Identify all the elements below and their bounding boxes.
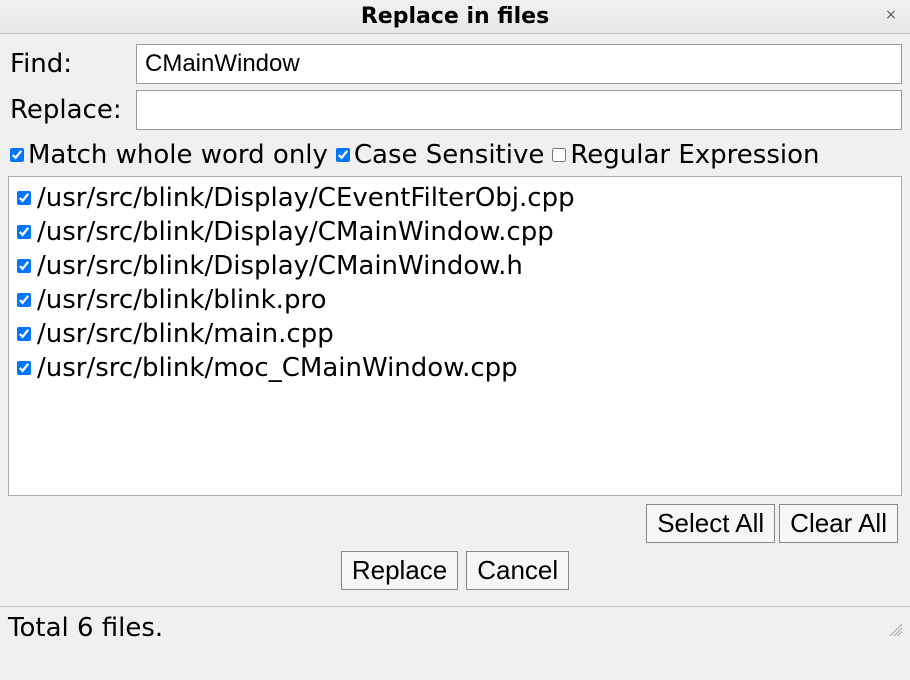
file-list[interactable]: /usr/src/blink/Display/CEventFilterObj.c…: [8, 176, 902, 496]
find-row: Find:: [8, 44, 902, 84]
case-sensitive-label: Case Sensitive: [354, 140, 544, 170]
file-checkbox[interactable]: [17, 293, 31, 307]
whole-word-label: Match whole word only: [28, 140, 328, 170]
file-list-item[interactable]: /usr/src/blink/Display/CMainWindow.cpp: [13, 215, 897, 249]
file-checkbox[interactable]: [17, 225, 31, 239]
file-checkbox[interactable]: [17, 361, 31, 375]
replace-label: Replace:: [8, 95, 136, 125]
close-icon[interactable]: ×: [882, 6, 900, 24]
case-sensitive-checkbox[interactable]: [336, 148, 350, 162]
main-buttons-row: Replace Cancel: [8, 545, 902, 600]
replace-button[interactable]: Replace: [341, 551, 458, 590]
selection-buttons-row: Select All Clear All: [8, 496, 902, 545]
replace-input[interactable]: [136, 90, 902, 130]
file-path: /usr/src/blink/Display/CMainWindow.h: [37, 249, 523, 283]
status-text: Total 6 files.: [8, 613, 163, 643]
titlebar: Replace in files ×: [0, 0, 910, 34]
file-list-item[interactable]: /usr/src/blink/blink.pro: [13, 283, 897, 317]
resize-grip-icon[interactable]: [886, 620, 902, 636]
file-checkbox[interactable]: [17, 259, 31, 273]
find-label: Find:: [8, 49, 136, 79]
file-path: /usr/src/blink/Display/CMainWindow.cpp: [37, 215, 554, 249]
file-path: /usr/src/blink/blink.pro: [37, 283, 326, 317]
find-input[interactable]: [136, 44, 902, 84]
file-checkbox[interactable]: [17, 327, 31, 341]
file-path: /usr/src/blink/Display/CEventFilterObj.c…: [37, 181, 575, 215]
file-list-item[interactable]: /usr/src/blink/Display/CEventFilterObj.c…: [13, 181, 897, 215]
window-title: Replace in files: [361, 4, 549, 29]
file-list-item[interactable]: /usr/src/blink/main.cpp: [13, 317, 897, 351]
file-list-item[interactable]: /usr/src/blink/moc_CMainWindow.cpp: [13, 351, 897, 385]
file-path: /usr/src/blink/main.cpp: [37, 317, 334, 351]
file-path: /usr/src/blink/moc_CMainWindow.cpp: [37, 351, 518, 385]
options-row: Match whole word only Case Sensitive Reg…: [8, 136, 902, 176]
clear-all-button[interactable]: Clear All: [779, 504, 898, 543]
replace-row: Replace:: [8, 90, 902, 130]
file-list-item[interactable]: /usr/src/blink/Display/CMainWindow.h: [13, 249, 897, 283]
regex-label: Regular Expression: [570, 140, 819, 170]
whole-word-checkbox[interactable]: [10, 148, 24, 162]
dialog-content: Find: Replace: Match whole word only Cas…: [0, 34, 910, 606]
select-all-button[interactable]: Select All: [646, 504, 775, 543]
file-checkbox[interactable]: [17, 191, 31, 205]
regex-checkbox[interactable]: [552, 148, 566, 162]
statusbar: Total 6 files.: [0, 606, 910, 649]
cancel-button[interactable]: Cancel: [466, 551, 569, 590]
